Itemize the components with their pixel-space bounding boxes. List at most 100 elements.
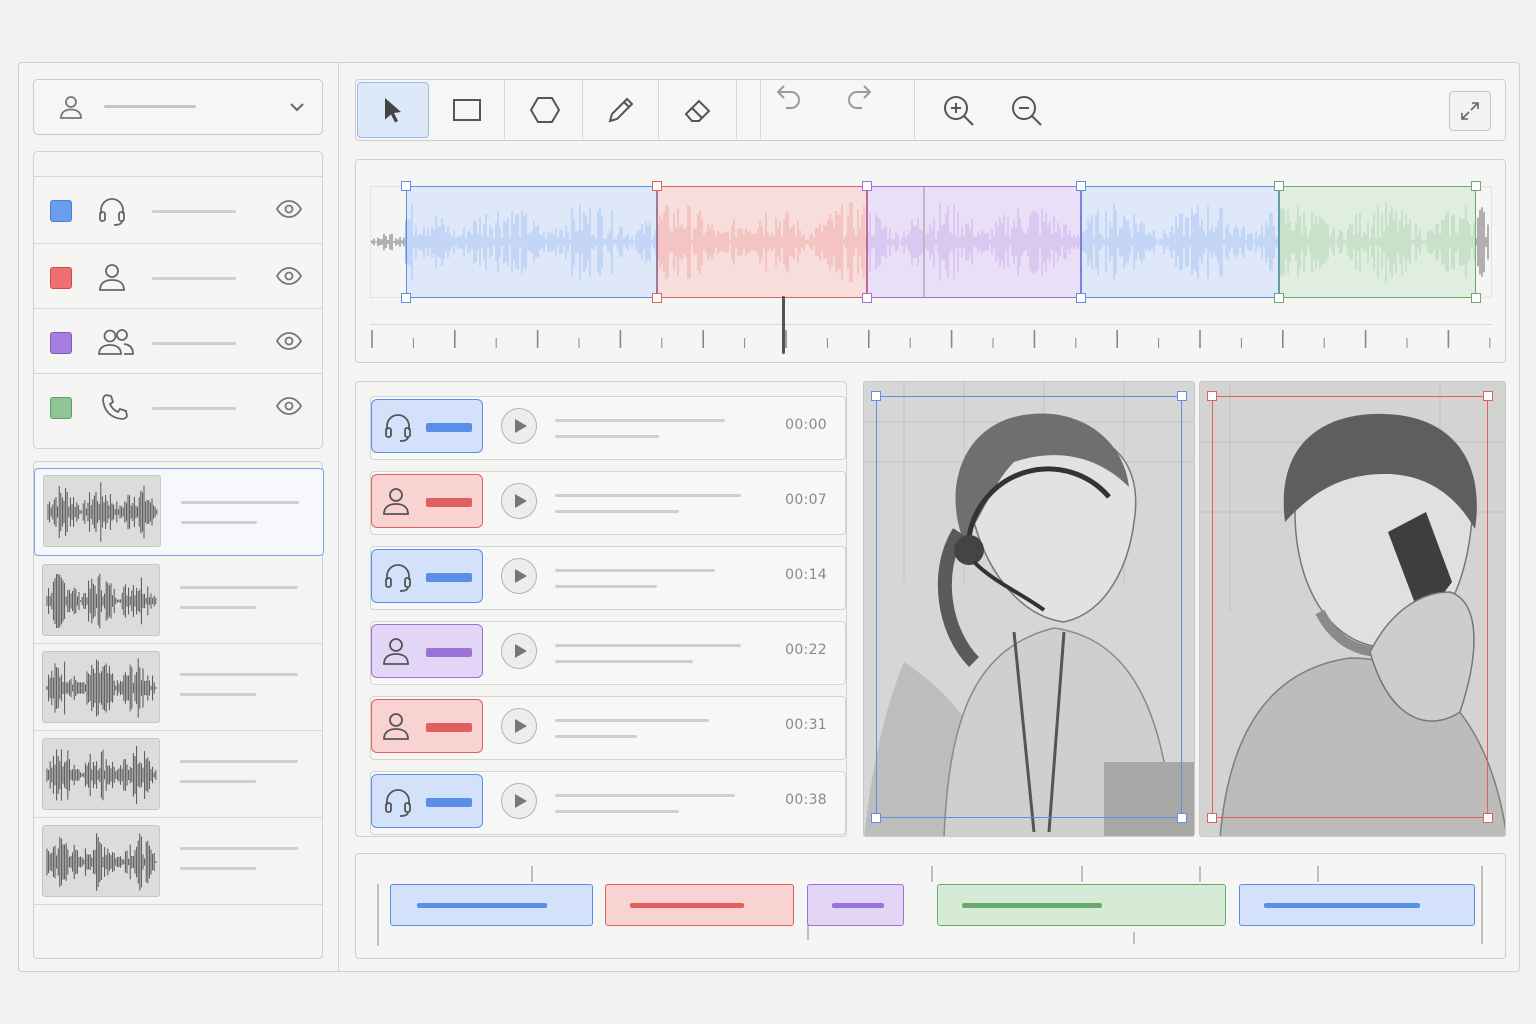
speaker-tag-group[interactable] (371, 624, 483, 678)
audio-clip-item[interactable] (34, 732, 322, 818)
segment-timestamp: 00:07 (785, 492, 827, 508)
waveform-thumbnail (42, 825, 160, 897)
bbox-handle[interactable] (871, 813, 881, 823)
polygon-tool-button[interactable] (507, 80, 583, 139)
timeline-block-agent[interactable] (1239, 884, 1475, 926)
waveform-thumbnail (42, 564, 160, 636)
history-group (761, 80, 915, 139)
speaker-tag-agent[interactable] (371, 399, 483, 453)
play-button[interactable] (501, 483, 537, 519)
label-row-agent[interactable] (34, 176, 322, 240)
audio-clip-item[interactable] (34, 558, 322, 644)
audio-clip-item[interactable] (34, 819, 322, 905)
transcript-line (555, 719, 709, 722)
region-handle[interactable] (1274, 293, 1284, 303)
label-color-swatch (50, 267, 72, 289)
bbox-handle[interactable] (1207, 391, 1217, 401)
region-handle[interactable] (1274, 181, 1284, 191)
waveform-region-group[interactable] (867, 186, 1081, 298)
label-row-phone[interactable] (34, 373, 322, 437)
speaker-tag-bar (426, 573, 472, 582)
segment-row[interactable]: 00:14 (370, 546, 846, 610)
fullscreen-button[interactable] (1449, 91, 1491, 131)
eraser-icon (684, 99, 710, 122)
region-handle[interactable] (862, 181, 872, 191)
bbox-handle[interactable] (871, 391, 881, 401)
timeline-block-group[interactable] (807, 884, 904, 926)
region-handle[interactable] (862, 293, 872, 303)
select-tool-button[interactable] (357, 82, 429, 138)
play-button[interactable] (501, 708, 537, 744)
clip-meta-placeholder (180, 693, 256, 696)
video-frame-customer[interactable] (1199, 381, 1506, 837)
waveform-region-phone[interactable] (1279, 186, 1476, 298)
bbox-handle[interactable] (1207, 813, 1217, 823)
play-button[interactable] (501, 783, 537, 819)
annotation-toolbar (355, 79, 1506, 141)
waveform-panel[interactable] (355, 159, 1506, 363)
eye-icon[interactable] (276, 199, 302, 219)
clip-title-placeholder (180, 586, 298, 589)
zoom-out-icon[interactable] (1010, 94, 1044, 128)
chevron-down-icon[interactable] (288, 98, 306, 116)
waveform-region-customer[interactable] (657, 186, 867, 298)
region-handle[interactable] (1471, 293, 1481, 303)
timeline-block-phone[interactable] (937, 884, 1226, 926)
eye-icon[interactable] (276, 266, 302, 286)
audio-clip-item-selected[interactable] (34, 468, 324, 556)
region-handle[interactable] (401, 293, 411, 303)
region-handle[interactable] (1471, 181, 1481, 191)
zoom-in-icon[interactable] (942, 94, 976, 128)
clip-meta-placeholder (181, 521, 257, 524)
segment-row[interactable]: 00:38 (370, 771, 846, 835)
segment-row[interactable]: 00:00 (370, 396, 846, 460)
pencil-tool-button[interactable] (583, 80, 659, 139)
headset-icon (382, 411, 414, 443)
eye-icon[interactable] (276, 396, 302, 416)
speaker-timeline[interactable] (355, 853, 1506, 959)
segment-row[interactable]: 00:07 (370, 471, 846, 535)
speaker-tag-agent[interactable] (371, 549, 483, 603)
label-row-group[interactable] (34, 308, 322, 372)
timeline-block-customer[interactable] (605, 884, 794, 926)
region-handle[interactable] (652, 181, 662, 191)
eye-icon[interactable] (276, 331, 302, 351)
video-frame-agent[interactable] (863, 381, 1195, 837)
play-button[interactable] (501, 408, 537, 444)
region-handle[interactable] (652, 293, 662, 303)
label-row-customer[interactable] (34, 243, 322, 307)
clip-meta-placeholder (180, 867, 256, 870)
segment-timestamp: 00:22 (785, 642, 827, 658)
play-button[interactable] (501, 633, 537, 669)
speaker-tag-customer[interactable] (371, 699, 483, 753)
eraser-tool-button[interactable] (659, 80, 737, 139)
rectangle-tool-button[interactable] (429, 80, 505, 139)
speaker-tag-agent[interactable] (371, 774, 483, 828)
ruler-baseline (370, 324, 1492, 325)
region-handle[interactable] (1076, 181, 1086, 191)
bbox-handle[interactable] (1483, 813, 1493, 823)
playhead[interactable] (782, 296, 785, 354)
audio-clip-item[interactable] (34, 645, 322, 731)
bbox-handle[interactable] (1483, 391, 1493, 401)
speaker-tag-customer[interactable] (371, 474, 483, 528)
region-handle[interactable] (401, 181, 411, 191)
region-handle[interactable] (1076, 293, 1086, 303)
agent-bounding-box[interactable] (876, 396, 1182, 818)
labels-panel (33, 151, 323, 449)
play-button[interactable] (501, 558, 537, 594)
segment-row[interactable]: 00:31 (370, 696, 846, 760)
clip-title-placeholder (180, 673, 298, 676)
bbox-handle[interactable] (1177, 813, 1187, 823)
bbox-handle[interactable] (1177, 391, 1187, 401)
waveform-region-agent[interactable] (1081, 186, 1279, 298)
segment-row[interactable]: 00:22 (370, 621, 846, 685)
user-icon (98, 262, 126, 292)
user-select-dropdown[interactable] (33, 79, 323, 135)
transcript-subline (555, 510, 679, 513)
timeline-block-agent[interactable] (390, 884, 593, 926)
customer-bounding-box[interactable] (1212, 396, 1488, 818)
toolbar-divider (737, 80, 761, 139)
waveform-region-agent[interactable] (406, 186, 657, 298)
transcript-line (555, 644, 741, 647)
